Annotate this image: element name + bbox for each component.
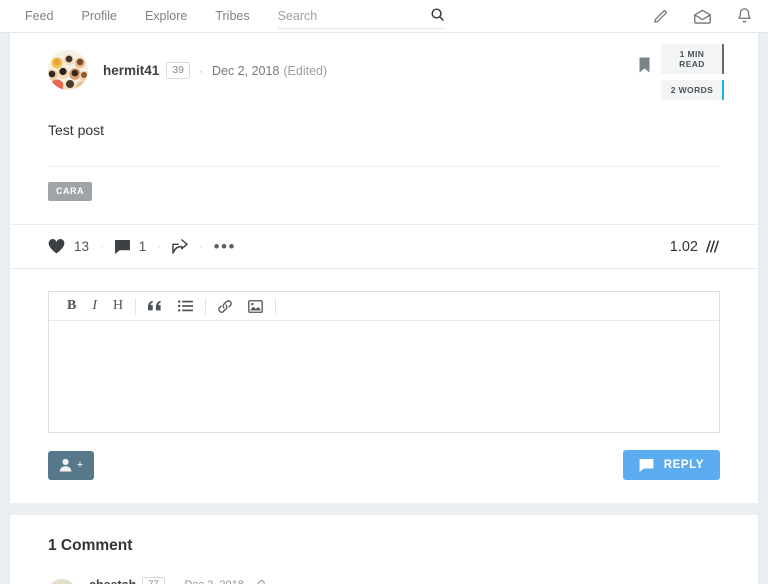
page-body: hermit41 39 · Dec 2, 2018 (Edited) 1 MIN… — [0, 33, 768, 584]
list-button[interactable] — [170, 292, 201, 320]
comment-count: 1 — [138, 239, 147, 254]
like-button[interactable]: 13 — [48, 239, 89, 254]
quote-button[interactable] — [140, 292, 170, 320]
share-icon[interactable] — [172, 239, 188, 254]
comments-card: 1 Comment cheetah — [9, 515, 759, 584]
nav-link-tribes[interactable]: Tribes — [201, 0, 263, 32]
image-button[interactable] — [240, 292, 271, 320]
word-count-chip: 2 WORDS — [661, 80, 724, 100]
comment-content: cheetah 77 · Dec 2, 2018 Hi! I am a robo… — [89, 577, 720, 584]
avatar[interactable] — [48, 50, 88, 90]
section-gap — [0, 503, 768, 515]
tag-cara[interactable]: CARA — [48, 182, 92, 201]
reply-button[interactable]: REPLY — [622, 450, 720, 480]
read-time-chip: 1 MIN READ — [661, 44, 724, 74]
link-button[interactable] — [210, 292, 240, 320]
search-container — [277, 0, 445, 32]
list-item: cheetah 77 · Dec 2, 2018 Hi! I am a robo… — [48, 577, 720, 584]
heading-button[interactable]: H — [105, 292, 131, 320]
bell-icon[interactable] — [736, 7, 753, 25]
comment-date: Dec 2, 2018 — [185, 579, 244, 584]
search-icon[interactable] — [430, 7, 445, 22]
reply-textarea[interactable] — [49, 321, 719, 432]
action-dot-3: · — [198, 240, 203, 253]
nav-link-feed[interactable]: Feed — [11, 0, 68, 32]
post-author[interactable]: hermit41 — [103, 63, 159, 78]
toolbar-separator-2 — [205, 297, 207, 315]
reply-button-label: REPLY — [663, 459, 704, 471]
nav-link-profile[interactable]: Profile — [68, 0, 131, 32]
steem-logo-icon — [704, 240, 720, 253]
ellipsis-icon[interactable]: ••• — [214, 238, 236, 255]
stat-chips: 1 MIN READ 2 WORDS — [661, 44, 724, 100]
read-stats: 1 MIN READ 2 WORDS — [639, 44, 724, 100]
envelope-icon[interactable] — [693, 8, 712, 25]
search-input[interactable] — [277, 9, 416, 23]
editor-action-row: + REPLY — [48, 450, 720, 480]
link-icon[interactable] — [253, 579, 265, 584]
comment-separator: · — [173, 579, 177, 584]
reputation-badge: 39 — [166, 62, 190, 79]
post-edited-flag: (Edited) — [283, 63, 328, 78]
comment-author[interactable]: cheetah — [89, 578, 136, 584]
post-date: Dec 2, 2018 — [211, 63, 280, 78]
add-user-button[interactable]: + — [48, 450, 94, 480]
byline-separator: · — [198, 63, 203, 78]
reply-editor: B I H + REPLY — [10, 269, 758, 503]
editor-toolbar: B I H — [49, 292, 719, 321]
pencil-icon[interactable] — [652, 8, 669, 25]
bold-button[interactable]: B — [59, 292, 84, 320]
nav-right-icons — [652, 7, 768, 25]
action-dot-2: · — [157, 240, 161, 253]
post-bottom-spacer — [10, 201, 758, 224]
comments-heading: 1 Comment — [48, 537, 133, 554]
action-dot-1: · — [100, 240, 104, 253]
top-navigation-bar: Feed Profile Explore Tribes — [0, 0, 768, 33]
payout-value: 1.02 — [670, 239, 720, 255]
comments-section: 1 Comment cheetah — [10, 515, 758, 584]
comment-byline: cheetah 77 · Dec 2, 2018 — [89, 577, 720, 584]
toolbar-separator-1 — [135, 297, 137, 315]
bookmark-icon[interactable] — [639, 57, 650, 73]
add-user-plus-label: + — [76, 459, 84, 471]
post-action-bar: 13 · 1 · · ••• 1.02 — [10, 224, 758, 269]
post-header: hermit41 39 · Dec 2, 2018 (Edited) 1 MIN… — [10, 33, 758, 100]
search-underline — [277, 28, 445, 29]
nav-link-explore[interactable]: Explore — [131, 0, 201, 32]
italic-button[interactable]: I — [84, 292, 105, 320]
post-byline: hermit41 39 · Dec 2, 2018 (Edited) — [103, 50, 327, 79]
post-tags: CARA — [10, 167, 758, 201]
payout-amount: 1.02 — [669, 238, 698, 255]
editor-box: B I H — [48, 291, 720, 433]
nav-links: Feed Profile Explore Tribes — [11, 0, 264, 32]
comment-reputation: 77 — [142, 577, 165, 584]
toolbar-separator-3 — [275, 297, 277, 315]
comment-button[interactable]: 1 — [114, 239, 147, 254]
post-card: hermit41 39 · Dec 2, 2018 (Edited) 1 MIN… — [9, 33, 759, 503]
avatar[interactable] — [48, 579, 76, 584]
like-count: 13 — [74, 239, 90, 254]
